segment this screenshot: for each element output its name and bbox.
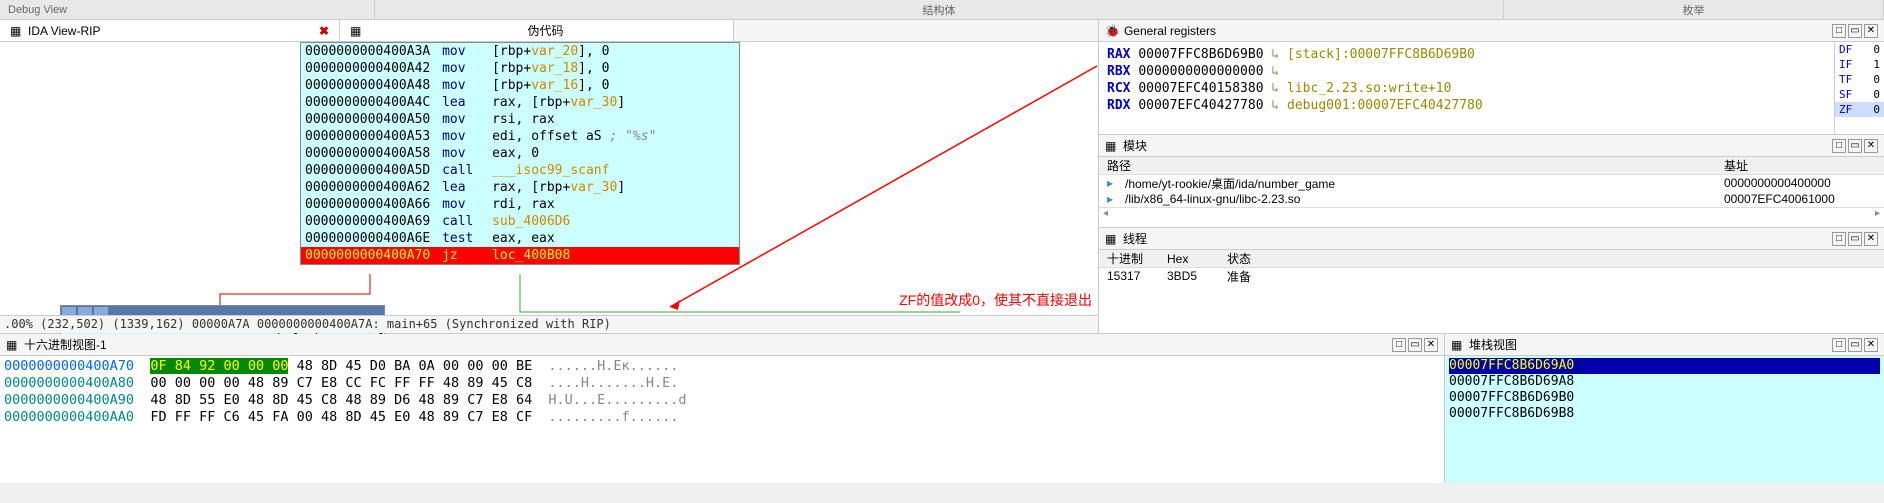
scrollbar[interactable]: ◂▸ — [1099, 207, 1884, 221]
module-row[interactable]: ▸/home/yt-rookie/桌面/ida/number_game00000… — [1099, 175, 1884, 191]
threads-panel: ▦ 线程 □▭✕ 十进制 Hex 状态 15317 3BD5 准备 — [1099, 228, 1884, 333]
module-icon: ▸ — [1107, 176, 1121, 190]
stack-title: 堆栈视图 — [1469, 336, 1832, 353]
threads-icon: ▦ — [1105, 232, 1119, 246]
threads-title: 线程 — [1123, 230, 1832, 247]
tab-structs[interactable]: 结构体 — [375, 0, 1504, 19]
restore-icon[interactable]: □ — [1832, 139, 1846, 153]
disassembly-block[interactable]: 0000000000400A3A mov[rbp+var_20], 0 0000… — [300, 42, 740, 265]
modules-header[interactable]: 路径 基址 — [1099, 157, 1884, 175]
tab-debug-view[interactable]: Debug View — [0, 0, 375, 19]
bug-icon: 🐞 — [1105, 24, 1120, 38]
stack-dump[interactable]: 00007FFC8B6D69A0 00007FFC8B6D69A8 00007F… — [1445, 356, 1884, 483]
stack-view-panel: ▦ 堆栈视图 □▭✕ 00007FFC8B6D69A0 00007FFC8B6D… — [1444, 334, 1884, 483]
close-icon[interactable]: ✕ — [1864, 232, 1878, 246]
close-icon[interactable]: ✕ — [1864, 24, 1878, 38]
close-icon[interactable]: ✖ — [319, 24, 329, 38]
module-row[interactable]: ▸/lib/x86_64-linux-gnu/libc-2.23.so00007… — [1099, 191, 1884, 207]
restore-icon[interactable]: □ — [1832, 24, 1846, 38]
maximize-icon[interactable]: ▭ — [1848, 24, 1862, 38]
maximize-icon[interactable]: ▭ — [1408, 338, 1422, 352]
registers-list[interactable]: RAX 00007FFC8B6D69B0 ↳ [stack]:00007FFC8… — [1099, 42, 1834, 134]
user-annotation: ZF的值改成0，使其不直接退出 — [899, 290, 1092, 310]
disassembly-panel: ▦ IDA View-RIP ✖ ▦ 伪代码 0000000000400A3A … — [0, 20, 1099, 333]
modules-icon: ▦ — [1105, 139, 1119, 153]
modules-title: 模块 — [1123, 137, 1832, 154]
restore-icon[interactable]: □ — [1832, 338, 1846, 352]
zf-flag[interactable]: ZF0 — [1835, 102, 1884, 117]
hex-view-panel: ▦ 十六进制视图-1 □▭✕ 0000000000400A70 0F 84 92… — [0, 334, 1444, 483]
hex-icon: ▦ — [6, 338, 20, 352]
hex-dump[interactable]: 0000000000400A70 0F 84 92 00 00 00 48 8D… — [0, 356, 1444, 483]
maximize-icon[interactable]: ▭ — [1848, 232, 1862, 246]
maximize-icon[interactable]: ▭ — [1848, 139, 1862, 153]
modules-panel: ▦ 模块 □▭✕ 路径 基址 ▸/home/yt-rookie/桌面/ida/n… — [1099, 135, 1884, 228]
ida-view-icon: ▦ — [10, 24, 24, 38]
current-instruction[interactable]: 0000000000400A70 jzloc_400B08 — [301, 247, 739, 264]
restore-icon[interactable]: □ — [1392, 338, 1406, 352]
thread-row[interactable]: 15317 3BD5 准备 — [1099, 268, 1884, 284]
tab-pseudocode[interactable]: ▦ 伪代码 — [340, 20, 734, 41]
restore-icon[interactable]: □ — [1832, 232, 1846, 246]
stack-icon: ▦ — [1451, 338, 1465, 352]
module-icon: ▸ — [1107, 192, 1121, 206]
flags-list[interactable]: DF0 IF1 TF0 SF0 ZF0 — [1834, 42, 1884, 134]
registers-title: General registers — [1124, 24, 1832, 38]
close-icon[interactable]: ✕ — [1424, 338, 1438, 352]
view-tab-bar: ▦ IDA View-RIP ✖ ▦ 伪代码 — [0, 20, 1098, 42]
close-icon[interactable]: ✕ — [1864, 139, 1878, 153]
close-icon[interactable]: ✕ — [1864, 338, 1878, 352]
status-bar: .00% (232,502) (1339,162) 00000A7A 00000… — [0, 315, 1098, 333]
tab-enums[interactable]: 枚举 — [1504, 0, 1884, 19]
threads-header[interactable]: 十进制 Hex 状态 — [1099, 250, 1884, 268]
pseudocode-icon: ▦ — [350, 24, 364, 38]
registers-panel: 🐞 General registers □ ▭ ✕ RAX 00007FFC8B… — [1099, 20, 1884, 135]
tab-ida-view[interactable]: ▦ IDA View-RIP ✖ — [0, 20, 340, 41]
top-tab-bar: Debug View 结构体 枚举 — [0, 0, 1884, 20]
hex-title: 十六进制视图-1 — [24, 336, 1392, 353]
maximize-icon[interactable]: ▭ — [1848, 338, 1862, 352]
